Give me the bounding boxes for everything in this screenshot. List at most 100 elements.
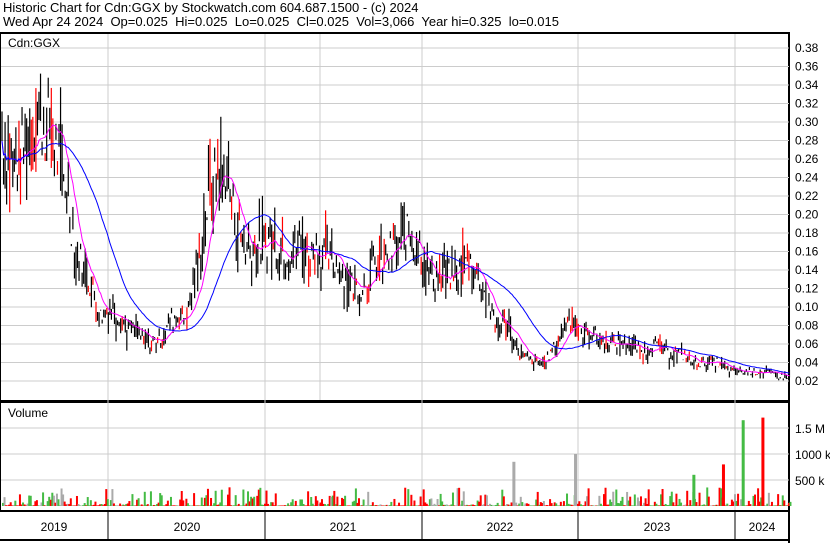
volume-bar [451,492,454,506]
price-tick-label: 0.36 [795,60,819,74]
volume-bar [200,497,203,506]
volume-bar [193,493,196,506]
volume-bar [291,499,294,506]
year-label: 2021 [330,520,357,534]
price-tick-label: 0.28 [795,134,819,148]
volume-bar [767,492,770,506]
price-tick-label: 0.20 [795,208,819,222]
price-tick-label: 0.02 [795,374,819,388]
year-label: 2020 [174,520,201,534]
volume-bar [206,488,209,506]
volume-bar [35,500,38,506]
volume-bar [214,490,217,506]
volume-tick-label: 1.5 M [795,422,825,436]
price-tick-label: 0.26 [795,152,819,166]
short-moving-average [1,124,790,377]
volume-bar [210,497,213,506]
price-tick-label: 0.04 [795,356,819,370]
volume-bar [413,500,416,506]
year-label: 2019 [41,520,68,534]
volume-bar [737,493,740,506]
symbol-label: Cdn:GGX [8,36,60,50]
volume-tick-label: 500 k [795,474,825,488]
volume-bar [14,500,17,506]
volume-bar [89,500,92,506]
volume-bar [29,495,32,506]
price-tick-label: 0.16 [795,245,819,259]
year-label: 2022 [487,520,514,534]
volume-spike [721,464,725,506]
volume-bar [639,496,642,506]
price-tick-label: 0.12 [795,282,819,296]
volume-bar [57,499,60,506]
volume-bar [182,500,185,506]
volume-bar [410,494,413,506]
volume-bar [485,495,488,506]
volume-bar [707,496,710,506]
volume-bar [783,500,786,506]
volume-bar [462,491,465,506]
volume-bar [242,489,245,506]
volume-bar [336,496,339,506]
price-tick-label: 0.22 [795,189,819,203]
volume-spike [741,420,745,506]
volume-bar [436,499,439,506]
volume-bar [404,487,407,506]
volume-bar [604,487,607,506]
volume-bar [333,490,336,506]
price-panel-frame [0,32,790,402]
volume-bar [587,488,590,506]
volume-bar [143,491,146,506]
volume-tick-label: 1000 k [795,448,830,462]
volume-panel-frame [0,401,790,512]
volume-bar [18,494,21,506]
volume-bar [307,491,310,506]
volume-spike [761,417,765,506]
volume-bar [698,492,701,506]
volume-bar [521,502,524,506]
price-tick-label: 0.06 [795,337,819,351]
volume-bar [393,498,396,506]
volume-bar [42,492,45,506]
volume-bar [633,494,636,506]
price-volume-chart: 0.02 0.04 0.06 0.08 0.10 0.12 0.14 0.16 0.18 0.20… [0,32,830,543]
price-tick-label: 0.10 [795,300,819,314]
chart-window: Historic Chart for Cdn:GGX by Stockwatch… [0,0,830,543]
volume-bar [367,491,370,506]
volume-bar [166,500,169,506]
volume-bar [69,498,72,506]
volume-bar [274,493,277,506]
volume-bar [228,487,231,506]
price-tick-label: 0.38 [795,41,819,55]
volume-bar [536,491,539,506]
volume-bar [629,496,632,506]
volume-bar [754,494,757,506]
price-tick-label: 0.14 [795,263,819,277]
volume-spike [574,454,578,506]
volume-bar [407,489,410,506]
volume-bar [220,489,223,506]
volume-bar [160,495,163,506]
volume-bar [128,501,131,506]
volume-bar [689,500,692,506]
long-moving-average [1,141,790,374]
year-label: 2023 [644,520,671,534]
volume-bar [686,490,689,506]
volume-bar [390,501,393,506]
price-tick-label: 0.30 [795,115,819,129]
volume-bar [419,496,422,506]
volume-bar [362,499,365,506]
volume-bar [344,495,347,506]
price-tick-label: 0.34 [795,78,819,92]
volume-bar [675,493,678,506]
volume-bar [559,501,562,506]
volume-bar [86,497,89,506]
volume-bar [502,496,505,506]
volume-spike [512,461,516,506]
volume-bar [672,502,675,506]
volume-bar [131,494,134,506]
volume-bar [294,500,297,506]
volume-bar [234,495,237,506]
volume-bar [94,501,97,506]
volume-bar [259,487,262,506]
